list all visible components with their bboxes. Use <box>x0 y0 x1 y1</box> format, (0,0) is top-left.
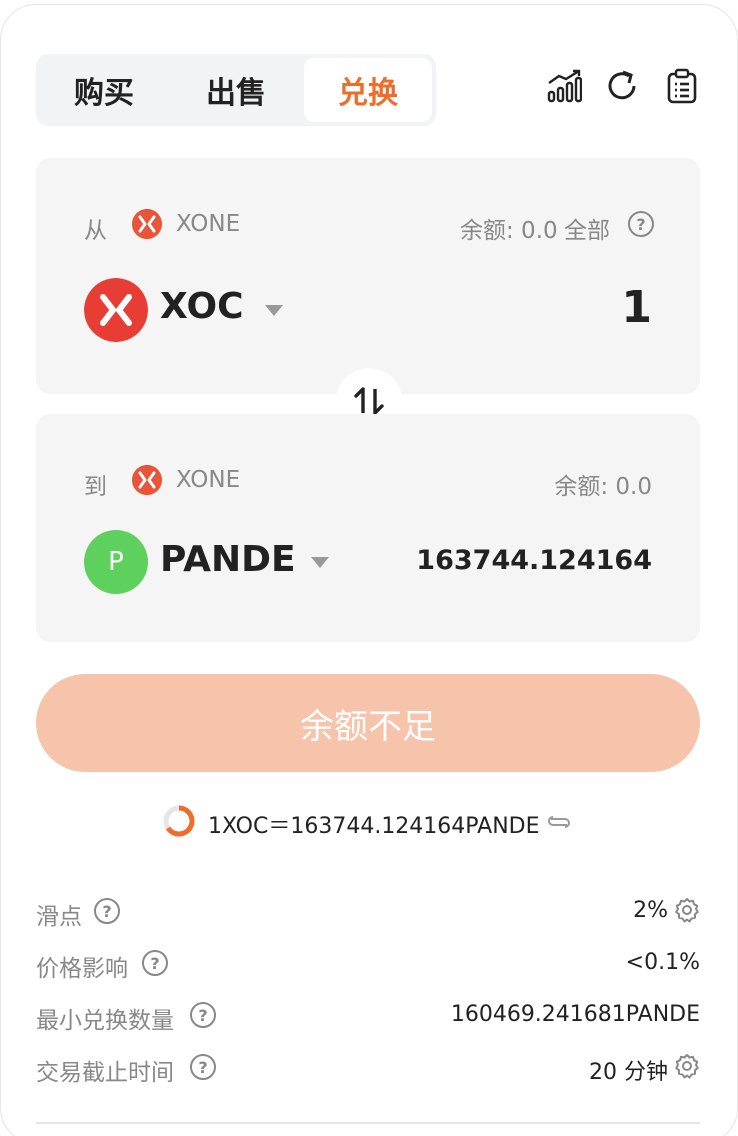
help-icon[interactable]: ? <box>628 211 654 237</box>
chevron-down-icon[interactable] <box>265 305 283 316</box>
help-icon[interactable]: ? <box>190 1054 216 1080</box>
from-label: 从 <box>84 218 107 244</box>
xone-chain-icon[interactable] <box>132 209 162 239</box>
deadline-label: 交易截止时间 <box>36 1060 174 1086</box>
exchange-rate-text: 1XOC＝163744.124164PANDE <box>208 814 540 839</box>
help-icon[interactable]: ? <box>94 898 120 924</box>
price-impact-value: <0.1% <box>625 950 700 975</box>
countdown-ring-icon <box>163 805 195 837</box>
deadline-value: 20 分钟 <box>589 1060 668 1085</box>
slippage-value: 2% <box>633 898 668 923</box>
to-panel: 到 XONE 余额: 0.0 P PANDE 163744.124164 <box>36 414 700 642</box>
pande-token-icon[interactable]: P <box>84 530 148 594</box>
to-chain-name[interactable]: XONE <box>176 467 240 493</box>
clipboard-icon[interactable] <box>664 68 700 104</box>
from-amount-input[interactable]: 1 <box>621 282 652 333</box>
insufficient-balance-button[interactable]: 余额不足 <box>36 674 700 772</box>
chart-trend-icon[interactable] <box>546 68 582 104</box>
tab-buy[interactable]: 购买 <box>40 58 168 122</box>
tab-swap[interactable]: 兑换 <box>304 58 432 122</box>
from-token-name[interactable]: XOC <box>160 286 244 327</box>
price-impact-label: 价格影响 <box>36 956 128 982</box>
gear-icon[interactable] <box>674 897 700 923</box>
tab-sell[interactable]: 出售 <box>172 58 300 122</box>
xone-chain-icon[interactable] <box>132 465 162 495</box>
swap-arrows-icon <box>354 387 384 415</box>
from-panel: 从 XONE 余额: 0.0 全部 ? XOC 1 <box>36 158 700 394</box>
to-label: 到 <box>84 474 107 500</box>
action-button-label: 余额不足 <box>300 706 436 747</box>
min-received-label: 最小兑换数量 <box>36 1008 174 1034</box>
trade-tabs: 购买 出售 兑换 <box>36 54 436 126</box>
slippage-label: 滑点 <box>36 904 82 930</box>
pande-token-letter: P <box>108 547 124 577</box>
from-balance: 余额: 0.0 <box>460 218 558 244</box>
to-amount-output: 163744.124164 <box>416 545 652 576</box>
min-received-value: 160469.241681PANDE <box>450 1002 700 1027</box>
max-all-button[interactable]: 全部 <box>564 211 610 245</box>
help-icon[interactable]: ? <box>190 1002 216 1028</box>
xoc-token-icon[interactable] <box>84 278 148 342</box>
to-balance: 余额: 0.0 <box>554 474 652 500</box>
refresh-icon[interactable] <box>604 68 640 104</box>
divider <box>36 1122 700 1124</box>
to-token-name[interactable]: PANDE <box>160 539 296 580</box>
help-icon[interactable]: ? <box>142 950 168 976</box>
gear-icon[interactable] <box>674 1053 700 1079</box>
from-chain-name[interactable]: XONE <box>176 211 240 237</box>
swap-rate-icon[interactable] <box>546 812 572 832</box>
chevron-down-icon[interactable] <box>311 557 329 568</box>
exchange-rate-row: 1XOC＝163744.124164PANDE <box>0 802 738 840</box>
